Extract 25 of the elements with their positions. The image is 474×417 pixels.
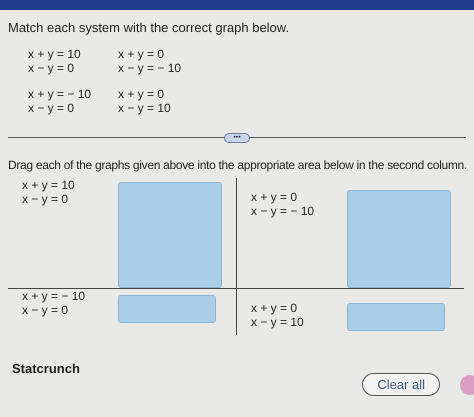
equation: x − y = 0: [22, 303, 70, 317]
equation: x − y = 10: [118, 101, 172, 115]
equation: x + y = − 10: [28, 87, 92, 101]
equation: x − y = 0: [22, 192, 70, 206]
equation: x − y = − 10: [251, 204, 316, 218]
equation: x + y = 10: [22, 178, 76, 192]
equation: x − y = 10: [251, 315, 305, 329]
drop-zone[interactable]: [347, 303, 445, 331]
drag-instruction-text: Drag each of the graphs given above into the appropriate area below in the second column.: [8, 158, 466, 172]
footer-label: Statcrunch: [12, 361, 80, 376]
drop-zone[interactable]: [118, 182, 222, 288]
equation: x + y = 0: [251, 190, 298, 204]
round-button[interactable]: [460, 374, 474, 394]
drop-zone[interactable]: [118, 295, 216, 323]
clear-all-button[interactable]: Clear all: [362, 373, 440, 396]
equation: x − y = 0: [28, 101, 76, 115]
instruction-text: Match each system with the correct graph below.: [8, 20, 290, 35]
equation: x + y = − 10: [22, 289, 86, 303]
equation: x + y = 0: [118, 87, 166, 101]
equation: x + y = 10: [28, 47, 82, 61]
equation: x + y = 0: [251, 301, 298, 315]
equation: x − y = 0: [28, 61, 76, 75]
equation: x − y = − 10: [118, 61, 182, 75]
drop-zone[interactable]: [347, 190, 451, 288]
equation: x + y = 0: [118, 47, 166, 61]
